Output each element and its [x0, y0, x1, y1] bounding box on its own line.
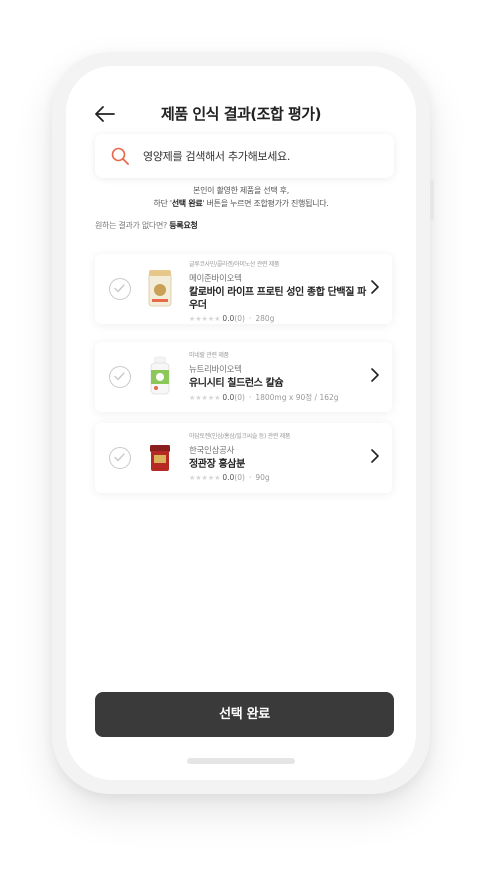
product-info: 글루코사민/콜라겐/아미노산 관련 제품 메이준바이오텍 칼로바이 라이프 프로…	[189, 254, 369, 323]
product-image-calcium-bottle	[150, 356, 170, 395]
chevron-right-icon[interactable]	[370, 449, 379, 463]
rating-stars-icon: ★★★★★	[189, 473, 221, 482]
guide-text: 본인이 촬영한 제품을 선택 후, 하단 '선택 완료' 버튼을 누르면 조합평…	[66, 184, 416, 210]
chevron-right-icon[interactable]	[370, 280, 379, 294]
product-meta: ★★★★★ 0.0 (0) · 280g	[189, 314, 369, 323]
product-name: 유니시티 칠드런스 칼슘	[189, 378, 284, 389]
product-info: 미네랄 관련 제품 뉴트리바이오텍 유니시티 칠드런스 칼슘 ★★★★★ 0.0…	[189, 342, 369, 403]
select-complete-button[interactable]: 선택 완료	[95, 692, 394, 737]
page-title: 제품 인식 결과(조합 평가)	[161, 105, 321, 123]
guide-suffix: ' 버튼을 누르면 조합평가가 진행됩니다.	[202, 199, 329, 208]
check-icon	[114, 372, 125, 381]
rating-score: 0.0	[222, 473, 235, 482]
guide-line-1: 본인이 촬영한 제품을 선택 후,	[193, 186, 289, 195]
no-result-row: 원하는 결과가 없다면? 등록요청	[95, 220, 198, 231]
search-icon	[111, 147, 129, 165]
review-count: (0)	[234, 314, 245, 323]
product-category: 아답토젠(인삼/홍삼/밀크씨슬 등) 관련 제품	[189, 433, 291, 440]
product-card[interactable]: 미네랄 관련 제품 뉴트리바이오텍 유니시티 칠드런스 칼슘 ★★★★★ 0.0…	[95, 342, 392, 412]
home-indicator	[187, 758, 295, 764]
product-brand: 메이준바이오텍	[189, 274, 242, 284]
select-checkbox[interactable]	[109, 278, 131, 300]
check-icon	[114, 453, 125, 462]
search-input[interactable]: 영양제를 검색해서 추가해보세요.	[95, 134, 394, 178]
check-icon	[114, 284, 125, 293]
product-brand: 뉴트리바이오텍	[189, 365, 242, 375]
rating-stars-icon: ★★★★★	[189, 393, 221, 402]
rating-score: 0.0	[222, 393, 235, 402]
product-name: 칼로바이 라이프 프로틴 성인 종합 단백질 파우더	[189, 287, 366, 311]
rating-score: 0.0	[222, 314, 235, 323]
product-spec: 1800mg x 90정 / 162g	[255, 393, 339, 402]
product-spec: 90g	[255, 473, 270, 482]
product-image-protein-powder	[148, 270, 172, 307]
product-image-red-ginseng-jar	[150, 445, 170, 471]
phone-side-button	[430, 180, 434, 220]
guide-prefix: 하단 '	[153, 199, 172, 208]
no-result-text: 원하는 결과가 없다면?	[95, 221, 167, 230]
meta-separator: ·	[248, 473, 252, 482]
product-meta: ★★★★★ 0.0 (0) · 90g	[189, 473, 369, 482]
guide-line-2: 하단 '선택 완료' 버튼을 누르면 조합평가가 진행됩니다.	[66, 197, 416, 210]
product-info: 아답토젠(인삼/홍삼/밀크씨슬 등) 관련 제품 한국인삼공사 정관장 홍삼분 …	[189, 423, 369, 482]
register-request-link[interactable]: 등록요청	[169, 221, 198, 230]
meta-separator: ·	[248, 393, 252, 402]
product-meta: ★★★★★ 0.0 (0) · 1800mg x 90정 / 162g	[189, 392, 369, 403]
search-placeholder: 영양제를 검색해서 추가해보세요.	[143, 150, 291, 163]
product-brand: 한국인삼공사	[189, 446, 235, 456]
review-count: (0)	[234, 473, 245, 482]
rating-stars-icon: ★★★★★	[189, 314, 221, 323]
header: 제품 인식 결과(조합 평가)	[66, 96, 416, 132]
product-card[interactable]: 아답토젠(인삼/홍삼/밀크씨슬 등) 관련 제품 한국인삼공사 정관장 홍삼분 …	[95, 423, 392, 493]
chevron-right-icon[interactable]	[370, 368, 379, 382]
product-spec: 280g	[255, 314, 275, 323]
select-checkbox[interactable]	[109, 447, 131, 469]
product-category: 글루코사민/콜라겐/아미노산 관련 제품	[189, 261, 280, 268]
meta-separator: ·	[248, 314, 252, 323]
review-count: (0)	[234, 393, 245, 402]
select-checkbox[interactable]	[109, 366, 131, 388]
product-category: 미네랄 관련 제품	[189, 352, 229, 359]
guide-bold: 선택 완료	[171, 199, 203, 208]
product-card[interactable]: 글루코사민/콜라겐/아미노산 관련 제품 메이준바이오텍 칼로바이 라이프 프로…	[95, 254, 392, 324]
product-name: 정관장 홍삼분	[189, 459, 245, 470]
app-screen: 제품 인식 결과(조합 평가) 영양제를 검색해서 추가해보세요. 본인이 촬영…	[66, 66, 416, 780]
